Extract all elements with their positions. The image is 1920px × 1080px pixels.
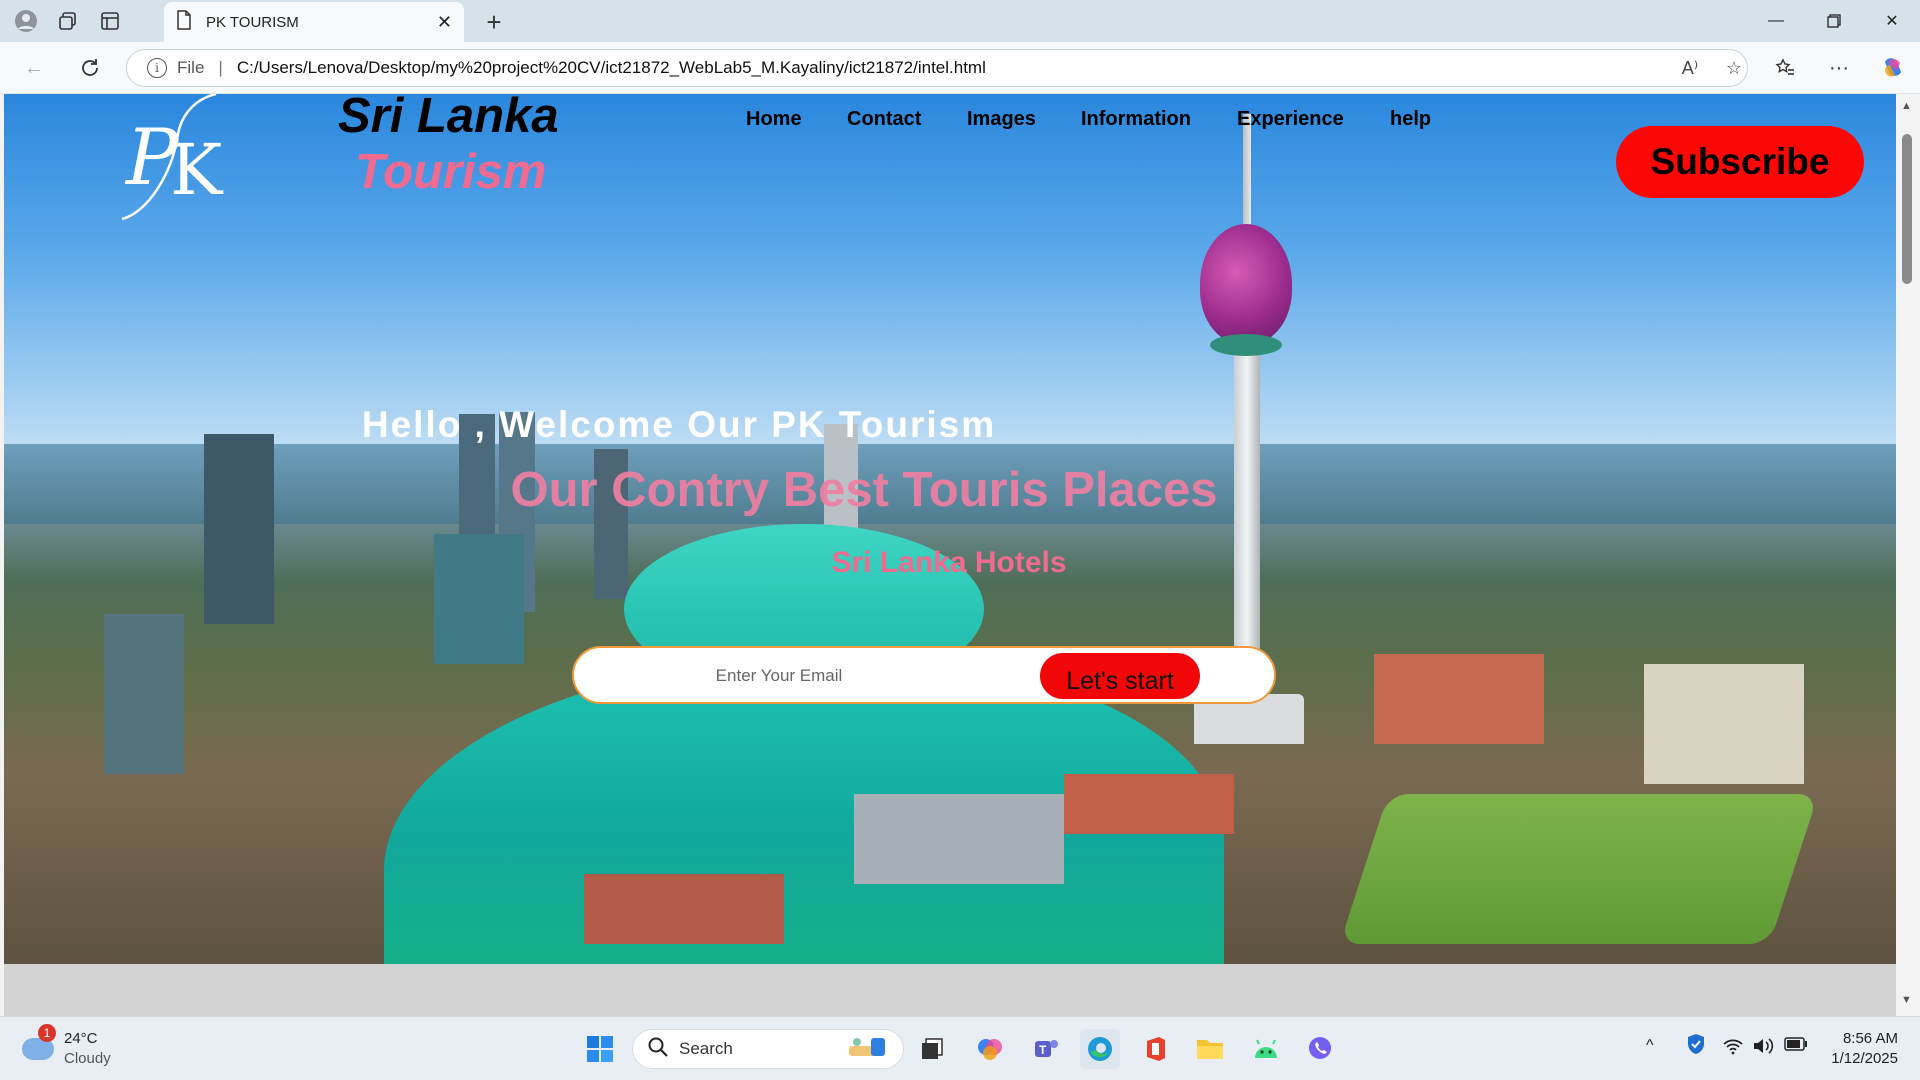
- tab-title: PK TOURISM: [206, 13, 299, 31]
- clock-time: 8:56 AM: [1842, 1030, 1898, 1047]
- url-scheme: File: [177, 58, 205, 77]
- teams-icon[interactable]: T: [1026, 1029, 1066, 1069]
- url-text[interactable]: C:/Users/Lenova/Desktop/my%20project%20C…: [237, 58, 986, 78]
- read-aloud-icon[interactable]: A⁾: [1673, 50, 1707, 86]
- system-clock[interactable]: 8:56 AM 1/12/2025: [1822, 1029, 1898, 1069]
- red-roof-building: [1374, 654, 1544, 744]
- red-roof-building: [1064, 774, 1234, 834]
- pk-logo[interactable]: P K: [118, 94, 268, 224]
- skyline-building: [104, 614, 184, 774]
- copilot-icon[interactable]: [1876, 52, 1910, 84]
- url-separator: |: [218, 58, 223, 77]
- minimize-icon[interactable]: —: [1748, 0, 1804, 42]
- workspaces-icon[interactable]: [52, 5, 84, 37]
- headline: Our Contry Best Touris Places: [510, 463, 1218, 517]
- search-label: Search: [679, 1039, 733, 1058]
- hero-banner: P K Sri Lanka Tourism Home Contact Image…: [4, 94, 1896, 964]
- green-field: [1339, 794, 1819, 944]
- copilot-taskbar-icon[interactable]: [970, 1029, 1010, 1069]
- battery-icon[interactable]: [1784, 1037, 1808, 1056]
- weather-desc: Cloudy: [64, 1050, 111, 1067]
- back-icon[interactable]: ←: [18, 52, 50, 84]
- lotus-tower-ring: [1210, 334, 1282, 356]
- tab-actions-icon[interactable]: [94, 5, 126, 37]
- welcome-heading: Hello , Welcome Our PK Tourism: [361, 404, 997, 445]
- more-menu-icon[interactable]: ···: [1822, 52, 1856, 84]
- profile-icon[interactable]: [10, 5, 42, 37]
- lets-start-button[interactable]: Let's start: [1040, 653, 1200, 699]
- svg-text:K: K: [170, 129, 224, 211]
- volume-icon[interactable]: [1752, 1037, 1774, 1060]
- viber-icon[interactable]: [1300, 1029, 1340, 1069]
- scroll-down-icon[interactable]: ▼: [1901, 994, 1912, 1006]
- email-form: Let's start: [572, 646, 1276, 704]
- cloud-icon: 1: [22, 1024, 56, 1060]
- file-explorer-icon[interactable]: [1190, 1029, 1230, 1069]
- favorite-star-icon[interactable]: ☆: [1717, 50, 1751, 86]
- office-icon[interactable]: [1136, 1029, 1176, 1069]
- weather-widget[interactable]: 1 24°C Cloudy: [22, 1024, 111, 1069]
- subscribe-button[interactable]: Subscribe: [1616, 126, 1864, 198]
- site-info-icon[interactable]: i: [147, 58, 167, 78]
- windows-taskbar: 1 24°C Cloudy Search T ^ 8:56 AM 1/12/20…: [0, 1016, 1920, 1080]
- nav-information[interactable]: Information: [1081, 108, 1191, 131]
- taskbar-search[interactable]: Search: [632, 1029, 904, 1069]
- page-viewport: P K Sri Lanka Tourism Home Contact Image…: [4, 94, 1896, 1016]
- subheadline: Sri Lanka Hotels: [831, 546, 1067, 579]
- page-scrollbar[interactable]: ▲ ▼: [1896, 94, 1920, 1016]
- refresh-icon[interactable]: [74, 52, 106, 84]
- nav-home[interactable]: Home: [746, 108, 802, 131]
- favorites-icon[interactable]: [1768, 52, 1802, 84]
- new-tab-button[interactable]: +: [478, 6, 510, 38]
- address-bar[interactable]: i File | C:/Users/Lenova/Desktop/my%20pr…: [126, 49, 1748, 87]
- wifi-icon[interactable]: [1722, 1037, 1744, 1060]
- lotus-tower-bulb: [1200, 224, 1292, 344]
- security-shield-icon[interactable]: [1686, 1033, 1706, 1060]
- page-section-below: [4, 964, 1896, 1016]
- page-icon: [176, 10, 192, 34]
- nav-help[interactable]: help: [1390, 108, 1431, 131]
- close-window-icon[interactable]: ✕: [1864, 0, 1920, 42]
- close-tab-icon[interactable]: ✕: [437, 12, 452, 33]
- brand-subtitle: Tourism: [355, 145, 547, 199]
- task-view-icon[interactable]: [912, 1029, 952, 1069]
- grey-roof-building: [854, 794, 1064, 884]
- svg-text:T: T: [1039, 1043, 1047, 1057]
- active-tab[interactable]: PK TOURISM ✕: [164, 2, 464, 42]
- email-input[interactable]: [604, 658, 954, 694]
- scroll-up-icon[interactable]: ▲: [1901, 100, 1912, 112]
- light-building: [1644, 664, 1804, 784]
- weather-badge: 1: [38, 1024, 56, 1042]
- address-toolbar: ← i File | C:/Users/Lenova/Desktop/my%20…: [0, 42, 1920, 94]
- clock-date: 1/12/2025: [1831, 1050, 1898, 1067]
- nav-images[interactable]: Images: [967, 108, 1036, 131]
- start-icon[interactable]: [580, 1029, 620, 1069]
- brand-title: Sri Lanka: [338, 94, 559, 143]
- show-hidden-icons[interactable]: ^: [1646, 1037, 1654, 1055]
- edge-icon[interactable]: [1080, 1029, 1120, 1069]
- restore-icon[interactable]: [1806, 0, 1862, 42]
- browser-tab-bar: PK TOURISM ✕ + — ✕: [0, 0, 1920, 42]
- nav-contact[interactable]: Contact: [847, 108, 921, 131]
- android-studio-icon[interactable]: [1246, 1029, 1286, 1069]
- scrollbar-thumb[interactable]: [1902, 134, 1912, 284]
- search-highlight-icon: [845, 1032, 893, 1067]
- nav-experience[interactable]: Experience: [1237, 108, 1344, 131]
- red-roof-building: [584, 874, 784, 944]
- weather-temp: 24°C: [64, 1030, 98, 1047]
- search-icon: [647, 1036, 669, 1063]
